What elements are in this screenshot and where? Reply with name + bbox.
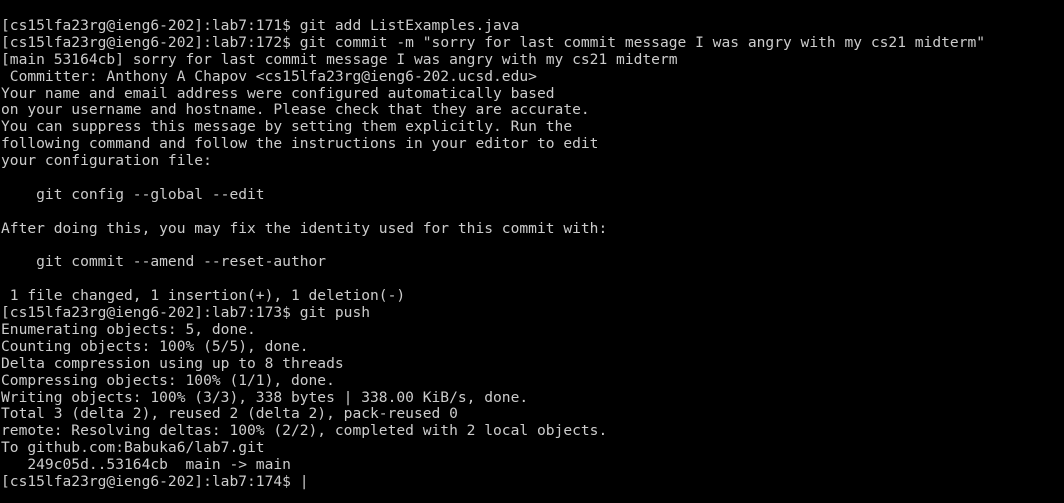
output-line: To github.com:Babuka6/lab7.git (0, 439, 1064, 457)
current-prompt-line[interactable]: [cs15lfa23rg@ieng6-202]:lab7:174$ | (0, 473, 1064, 491)
prompt-text: [cs15lfa23rg@ieng6-202]:lab7:174$ (1, 473, 300, 491)
output-line: 1 file changed, 1 insertion(+), 1 deleti… (0, 287, 1064, 305)
terminal-window[interactable]: [cs15lfa23rg@ieng6-202]:lab7:171$ git ad… (0, 0, 1064, 503)
output-line: Delta compression using up to 8 threads (0, 354, 1064, 373)
output-line: Counting objects: 100% (5/5), done. (0, 337, 1064, 356)
output-line: git config --global --edit (0, 185, 1064, 204)
output-text: on your username and hostname. Please ch… (1, 101, 590, 119)
terminal-output: [cs15lfa23rg@ieng6-202]:lab7:171$ git ad… (0, 17, 1064, 474)
output-text: 1 file changed, 1 insertion(+), 1 deleti… (1, 287, 406, 305)
output-line: You can suppress this message by setting… (0, 118, 1064, 136)
output-text: git config --global --edit (1, 185, 265, 203)
command-line: [cs15lfa23rg@ieng6-202]:lab7:172$ git co… (0, 33, 1064, 52)
command-text: git commit -m "sorry for last commit mes… (299, 33, 986, 51)
output-line: your configuration file: (0, 152, 1064, 170)
output-text: your configuration file: (1, 152, 212, 170)
prompt-text: [cs15lfa23rg@ieng6-202]:lab7:171$ (1, 17, 300, 34)
output-text: To github.com:Babuka6/lab7.git (1, 439, 265, 457)
output-line: remote: Resolving deltas: 100% (2/2), co… (0, 422, 1064, 440)
command-line: [cs15lfa23rg@ieng6-202]:lab7:171$ git ad… (0, 17, 1064, 35)
output-text: You can suppress this message by setting… (1, 118, 573, 136)
output-text: Compressing objects: 100% (1/1), done. (1, 371, 335, 389)
output-text: remote: Resolving deltas: 100% (2/2), co… (1, 422, 608, 440)
output-text: Writing objects: 100% (3/3), 338 bytes |… (1, 388, 529, 406)
output-text: Your name and email address were configu… (1, 84, 555, 102)
output-line: Your name and email address were configu… (0, 84, 1064, 103)
command-line: [cs15lfa23rg@ieng6-202]:lab7:173$ git pu… (0, 304, 1064, 322)
prompt-text: [cs15lfa23rg@ieng6-202]:lab7:172$ (1, 33, 300, 51)
command-text: git add ListExamples.java (299, 17, 520, 34)
output-text: 249c05d..53164cb main -> main (1, 456, 291, 474)
output-text: Counting objects: 100% (5/5), done. (1, 337, 309, 355)
prompt-text: [cs15lfa23rg@ieng6-202]:lab7:173$ (1, 304, 300, 322)
text-cursor: | (299, 473, 309, 491)
output-text: git commit --amend --reset-author (1, 253, 327, 271)
output-line: After doing this, you may fix the identi… (0, 219, 1064, 238)
output-text: [main 53164cb] sorry for last commit mes… (1, 50, 678, 68)
output-text: following command and follow the instruc… (1, 135, 599, 153)
output-line: following command and follow the instruc… (0, 135, 1064, 153)
output-line: Committer: Anthony A Chapov <cs15lfa23rg… (0, 67, 1064, 86)
command-text: git push (299, 304, 371, 322)
output-line: Compressing objects: 100% (1/1), done. (0, 371, 1064, 390)
output-text: Total 3 (delta 2), reused 2 (delta 2), p… (1, 405, 458, 423)
output-line: Enumerating objects: 5, done. (0, 321, 1064, 339)
output-line: [main 53164cb] sorry for last commit mes… (0, 50, 1064, 69)
output-line: Writing objects: 100% (3/3), 338 bytes |… (0, 388, 1064, 407)
output-line: 249c05d..53164cb main -> main (0, 456, 1064, 474)
output-text: Delta compression using up to 8 threads (1, 354, 344, 372)
output-line: Total 3 (delta 2), reused 2 (delta 2), p… (0, 406, 1064, 423)
output-line: git commit --amend --reset-author (0, 254, 1064, 271)
output-text: Committer: Anthony A Chapov <cs15lfa23rg… (1, 67, 537, 85)
output-line: on your username and hostname. Please ch… (0, 102, 1064, 119)
output-text: After doing this, you may fix the identi… (1, 219, 608, 237)
output-text: Enumerating objects: 5, done. (1, 321, 256, 339)
